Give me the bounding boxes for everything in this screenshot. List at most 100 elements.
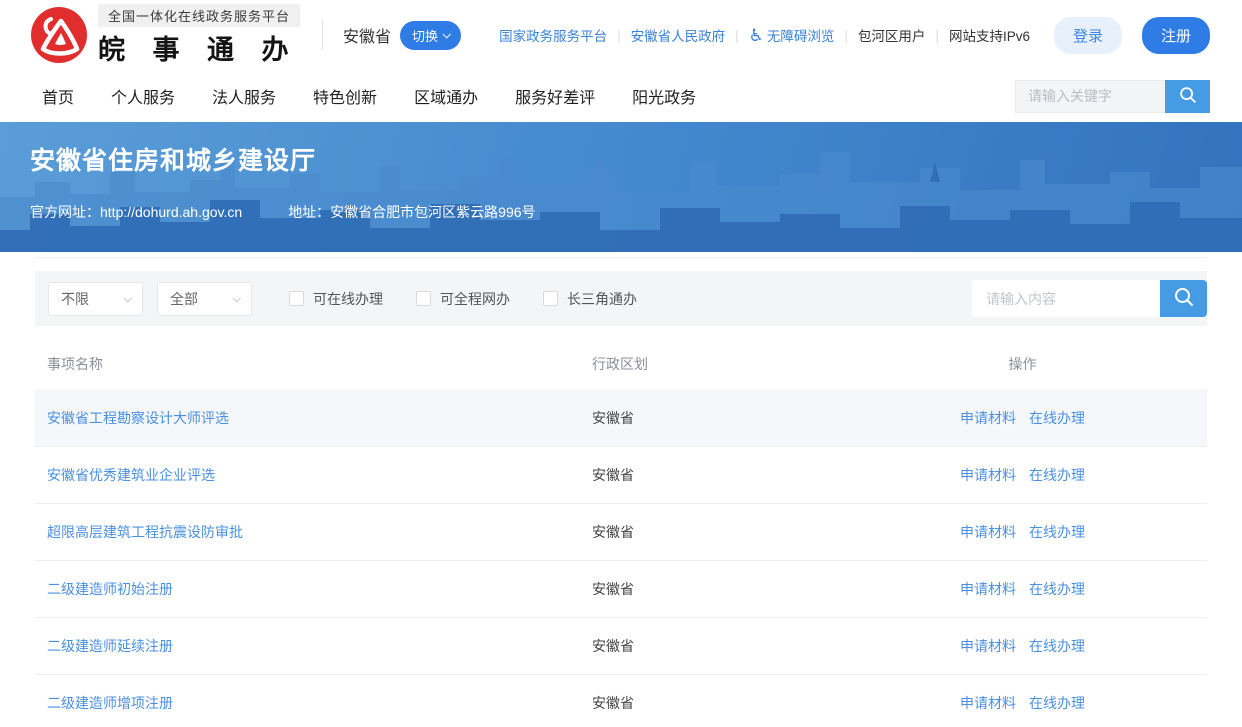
online-handle-link[interactable]: 在线办理 <box>1029 693 1085 713</box>
checkbox-yangtze-delta[interactable]: 长三角通办 <box>543 289 637 309</box>
nav-item-innovation[interactable]: 特色创新 <box>313 84 377 108</box>
department-banner: 安徽省住房和城乡建设厅 官方网址：http://dohurd.ah.gov.cn… <box>0 122 1242 252</box>
table-row: 二级建造师初始注册 安徽省 申请材料 在线办理 <box>35 560 1207 617</box>
search-icon <box>1177 84 1199 109</box>
topbar-links: 国家政务服务平台 | 安徽省人民政府 | ♿ 无障碍浏览 | 包河区用户 | 网… <box>499 17 1210 54</box>
chevron-down-icon <box>232 294 240 302</box>
item-name-link[interactable]: 安徽省优秀建筑业企业评选 <box>47 467 215 483</box>
department-address: 地址：安徽省合肥市包河区紫云路996号 <box>288 202 535 222</box>
brand-text: 全国一体化在线政务服务平台 皖 事 通 办 <box>98 4 300 67</box>
apply-materials-link[interactable]: 申请材料 <box>960 408 1016 428</box>
item-name-link[interactable]: 二级建造师初始注册 <box>47 581 173 597</box>
item-region: 安徽省 <box>592 693 838 713</box>
item-region: 安徽省 <box>592 636 838 656</box>
table-search <box>972 280 1207 317</box>
table-row: 安徽省优秀建筑业企业评选 安徽省 申请材料 在线办理 <box>35 446 1207 503</box>
online-handle-link[interactable]: 在线办理 <box>1029 579 1085 599</box>
link-baohe-user[interactable]: 包河区用户 <box>858 25 926 45</box>
online-handle-link[interactable]: 在线办理 <box>1029 636 1085 656</box>
region-switch-label: 切换 <box>412 26 438 45</box>
region-filter-dropdown[interactable]: 不限 <box>48 282 143 316</box>
department-title: 安徽省住房和城乡建设厅 <box>30 141 316 177</box>
top-header: 全国一体化在线政务服务平台 皖 事 通 办 安徽省 切换 国家政务服务平台 | … <box>0 0 1242 70</box>
nav-search <box>1015 80 1210 113</box>
table-header-row: 事项名称 行政区划 操作 <box>35 339 1207 389</box>
nav-list: 首页 个人服务 法人服务 特色创新 区域通办 服务好差评 阳光政务 <box>42 84 696 108</box>
region-switch-button[interactable]: 切换 <box>400 21 461 50</box>
table-search-button[interactable] <box>1160 280 1207 317</box>
checkbox-label: 可全程网办 <box>440 289 510 309</box>
chevron-down-icon <box>443 30 451 38</box>
link-separator: | <box>935 28 939 43</box>
nav-item-personal[interactable]: 个人服务 <box>111 84 175 108</box>
table-row: 安徽省工程勘察设计大师评选 安徽省 申请材料 在线办理 <box>35 389 1207 446</box>
nav-item-legal-person[interactable]: 法人服务 <box>212 84 276 108</box>
link-separator: | <box>617 28 621 43</box>
nav-item-regional[interactable]: 区域通办 <box>414 84 478 108</box>
link-anhui-gov[interactable]: 安徽省人民政府 <box>631 25 726 45</box>
search-icon <box>1172 285 1196 312</box>
apply-materials-link[interactable]: 申请材料 <box>960 465 1016 485</box>
apply-materials-link[interactable]: 申请材料 <box>960 579 1016 599</box>
online-handle-link[interactable]: 在线办理 <box>1029 465 1085 485</box>
apply-materials-link[interactable]: 申请材料 <box>960 636 1016 656</box>
item-name-link[interactable]: 二级建造师增项注册 <box>47 695 173 711</box>
item-name-link[interactable]: 超限高层建筑工程抗震设防审批 <box>47 524 243 540</box>
table-row: 二级建造师延续注册 安徽省 申请材料 在线办理 <box>35 617 1207 674</box>
department-meta: 官方网址：http://dohurd.ah.gov.cn 地址：安徽省合肥市包河… <box>30 202 536 222</box>
main-content: 不限 全部 可在线办理 可全程网办 长三角通办 <box>35 271 1207 727</box>
region-filter-value: 不限 <box>61 289 89 309</box>
link-separator: | <box>735 28 739 43</box>
table-row: 二级建造师增项注册 安徽省 申请材料 在线办理 <box>35 674 1207 727</box>
main-nav: 首页 个人服务 法人服务 特色创新 区域通办 服务好差评 阳光政务 <box>0 70 1242 122</box>
site-name: 皖 事 通 办 <box>98 28 300 67</box>
item-region: 安徽省 <box>592 465 838 485</box>
online-handle-link[interactable]: 在线办理 <box>1029 522 1085 542</box>
online-handle-link[interactable]: 在线办理 <box>1029 408 1085 428</box>
current-region: 安徽省 <box>343 23 391 47</box>
checkbox-label: 长三角通办 <box>567 289 637 309</box>
column-header-region: 行政区划 <box>592 354 838 374</box>
apply-materials-link[interactable]: 申请材料 <box>960 522 1016 542</box>
type-filter-value: 全部 <box>170 289 198 309</box>
table-search-input[interactable] <box>972 280 1160 317</box>
item-name-link[interactable]: 安徽省工程勘察设计大师评选 <box>47 410 229 426</box>
link-accessibility[interactable]: ♿ 无障碍浏览 <box>749 25 835 45</box>
checkbox-icon <box>289 291 304 306</box>
department-website: 官方网址：http://dohurd.ah.gov.cn <box>30 202 242 222</box>
type-filter-dropdown[interactable]: 全部 <box>157 282 252 316</box>
accessibility-icon: ♿ <box>749 27 764 44</box>
checkbox-icon <box>416 291 431 306</box>
link-national-platform[interactable]: 国家政务服务平台 <box>499 25 607 45</box>
item-region: 安徽省 <box>592 522 838 542</box>
label-ipv6: 网站支持IPv6 <box>949 25 1030 45</box>
checkbox-label: 可在线办理 <box>313 289 383 309</box>
item-region: 安徽省 <box>592 408 838 428</box>
chevron-down-icon <box>123 294 131 302</box>
vertical-divider <box>322 20 323 50</box>
login-button[interactable]: 登录 <box>1054 17 1122 54</box>
nav-item-open-gov[interactable]: 阳光政务 <box>632 84 696 108</box>
checkbox-full-online[interactable]: 可全程网办 <box>416 289 510 309</box>
brand-block: 全国一体化在线政务服务平台 皖 事 通 办 安徽省 切换 <box>30 4 461 67</box>
item-name-link[interactable]: 二级建造师延续注册 <box>47 638 173 654</box>
nav-search-button[interactable] <box>1165 80 1210 113</box>
item-region: 安徽省 <box>592 579 838 599</box>
platform-tag: 全国一体化在线政务服务平台 <box>98 4 300 27</box>
nav-item-home[interactable]: 首页 <box>42 84 74 108</box>
table-row: 超限高层建筑工程抗震设防审批 安徽省 申请材料 在线办理 <box>35 503 1207 560</box>
checkbox-online-handling[interactable]: 可在线办理 <box>289 289 383 309</box>
register-button[interactable]: 注册 <box>1142 17 1210 54</box>
page: 全国一体化在线政务服务平台 皖 事 通 办 安徽省 切换 国家政务服务平台 | … <box>0 0 1242 727</box>
site-logo-icon <box>30 6 88 64</box>
accessibility-label: 无障碍浏览 <box>767 25 835 45</box>
section-divider <box>35 257 1207 258</box>
column-header-actions: 操作 <box>838 354 1207 374</box>
checkbox-icon <box>543 291 558 306</box>
column-header-item-name: 事项名称 <box>35 354 592 374</box>
nav-item-service-rating[interactable]: 服务好差评 <box>515 84 595 108</box>
apply-materials-link[interactable]: 申请材料 <box>960 693 1016 713</box>
filter-bar: 不限 全部 可在线办理 可全程网办 长三角通办 <box>35 271 1207 326</box>
nav-search-input[interactable] <box>1015 80 1165 113</box>
link-separator: | <box>844 28 848 43</box>
